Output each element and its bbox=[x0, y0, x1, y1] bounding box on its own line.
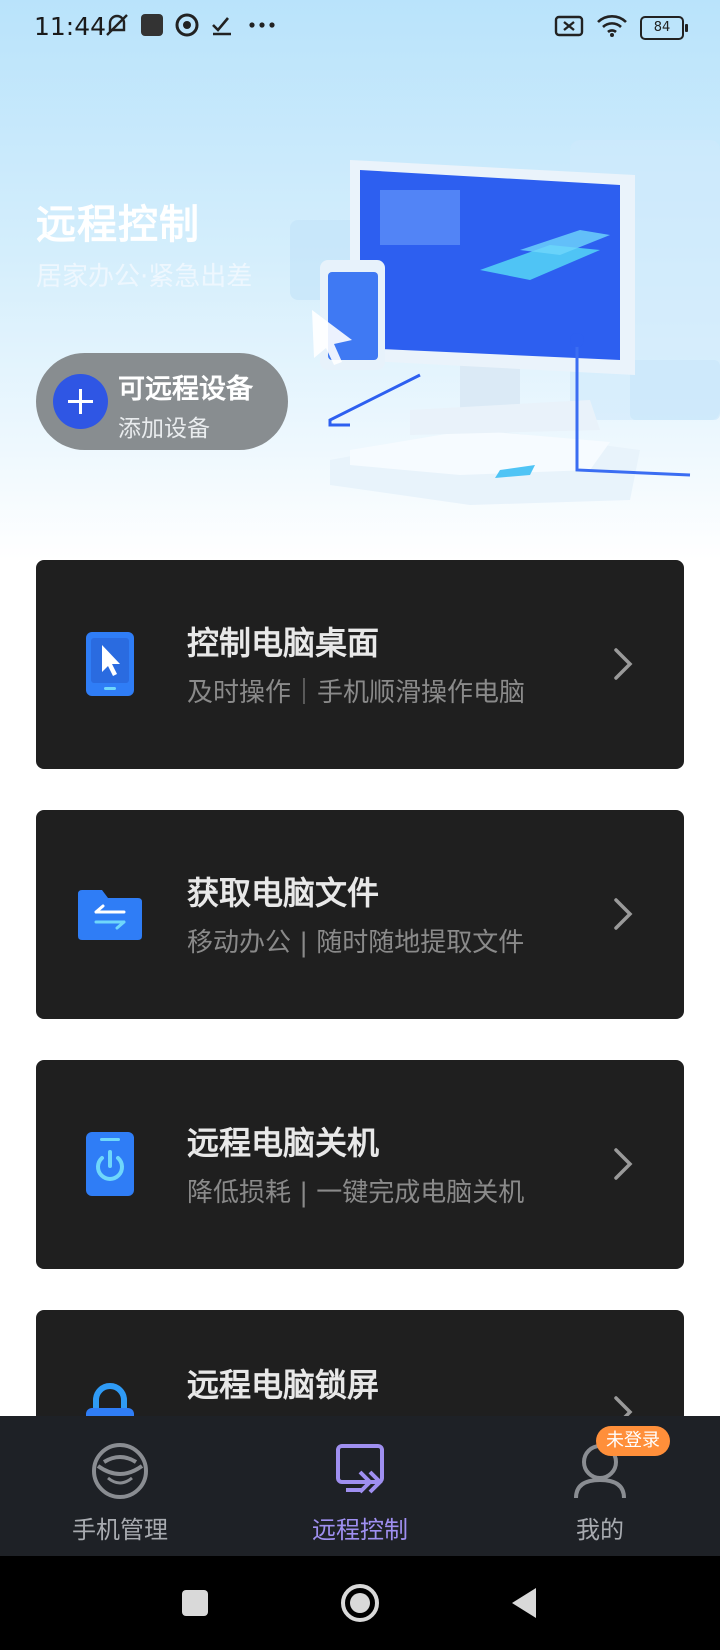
bottom-nav: 手机管理 远程控制 未登录 我的 bbox=[0, 1416, 720, 1556]
status-icons-right: 84 bbox=[554, 14, 688, 42]
tab-remote-control[interactable]: 远程控制 bbox=[240, 1416, 480, 1556]
wifi-icon bbox=[596, 14, 628, 42]
card-get-files[interactable]: 获取电脑文件 移动办公 | 随时随地提取文件 bbox=[36, 810, 684, 1019]
checkmark-icon bbox=[210, 13, 234, 41]
remote-control-icon bbox=[324, 1438, 396, 1504]
eye-icon bbox=[174, 12, 200, 42]
hero-background: 11:44 84 远程控制 居家办公·紧急出差 可远程设备 添加设备 bbox=[0, 0, 720, 560]
card-title: 控制电脑桌面 bbox=[187, 624, 380, 662]
status-time: 11:44 bbox=[34, 12, 107, 41]
mute-icon bbox=[104, 12, 130, 42]
folder-transfer-icon bbox=[76, 880, 146, 950]
card-title: 获取电脑文件 bbox=[187, 874, 380, 912]
sim-off-icon bbox=[554, 14, 584, 42]
status-bar: 11:44 84 bbox=[0, 0, 720, 54]
page-subtitle: 居家办公·紧急出差 bbox=[36, 262, 253, 292]
power-icon bbox=[76, 1130, 146, 1200]
page-title: 远程控制 bbox=[36, 202, 200, 248]
card-subtitle: 降低损耗 | 一键完成电脑关机 bbox=[187, 1178, 525, 1208]
app-square-icon bbox=[140, 13, 164, 41]
back-button[interactable] bbox=[500, 1578, 550, 1628]
add-device-title: 可远程设备 bbox=[118, 374, 253, 405]
tab-label: 手机管理 bbox=[72, 1516, 168, 1544]
tab-phone-manage[interactable]: 手机管理 bbox=[0, 1416, 240, 1556]
add-device-subtitle: 添加设备 bbox=[118, 416, 210, 442]
card-control-desktop[interactable]: 控制电脑桌面 及时操作｜手机顺滑操作电脑 bbox=[36, 560, 684, 769]
chevron-right-icon bbox=[608, 1142, 638, 1186]
battery-indicator: 84 bbox=[640, 16, 688, 40]
tab-mine[interactable]: 未登录 我的 bbox=[480, 1416, 720, 1556]
more-icon bbox=[244, 13, 280, 41]
card-shutdown[interactable]: 远程电脑关机 降低损耗 | 一键完成电脑关机 bbox=[36, 1060, 684, 1269]
login-status-badge: 未登录 bbox=[596, 1426, 670, 1456]
computer-illustration bbox=[290, 130, 720, 530]
add-device-button[interactable]: 可远程设备 添加设备 bbox=[36, 353, 288, 450]
chevron-right-icon bbox=[608, 892, 638, 936]
card-title: 远程电脑关机 bbox=[187, 1124, 380, 1162]
phone-manage-icon bbox=[84, 1438, 156, 1504]
add-icon bbox=[53, 374, 108, 429]
home-button[interactable] bbox=[335, 1578, 385, 1628]
tab-label: 远程控制 bbox=[312, 1516, 408, 1544]
tab-label: 我的 bbox=[576, 1516, 624, 1544]
system-nav-bar bbox=[0, 1556, 720, 1650]
recent-apps-button[interactable] bbox=[170, 1578, 220, 1628]
card-subtitle: 移动办公 | 随时随地提取文件 bbox=[187, 928, 525, 958]
chevron-right-icon bbox=[608, 642, 638, 686]
status-icons-left bbox=[104, 12, 280, 42]
card-title: 远程电脑锁屏 bbox=[187, 1366, 380, 1404]
cursor-device-icon bbox=[76, 630, 146, 700]
card-subtitle: 及时操作｜手机顺滑操作电脑 bbox=[187, 678, 526, 708]
